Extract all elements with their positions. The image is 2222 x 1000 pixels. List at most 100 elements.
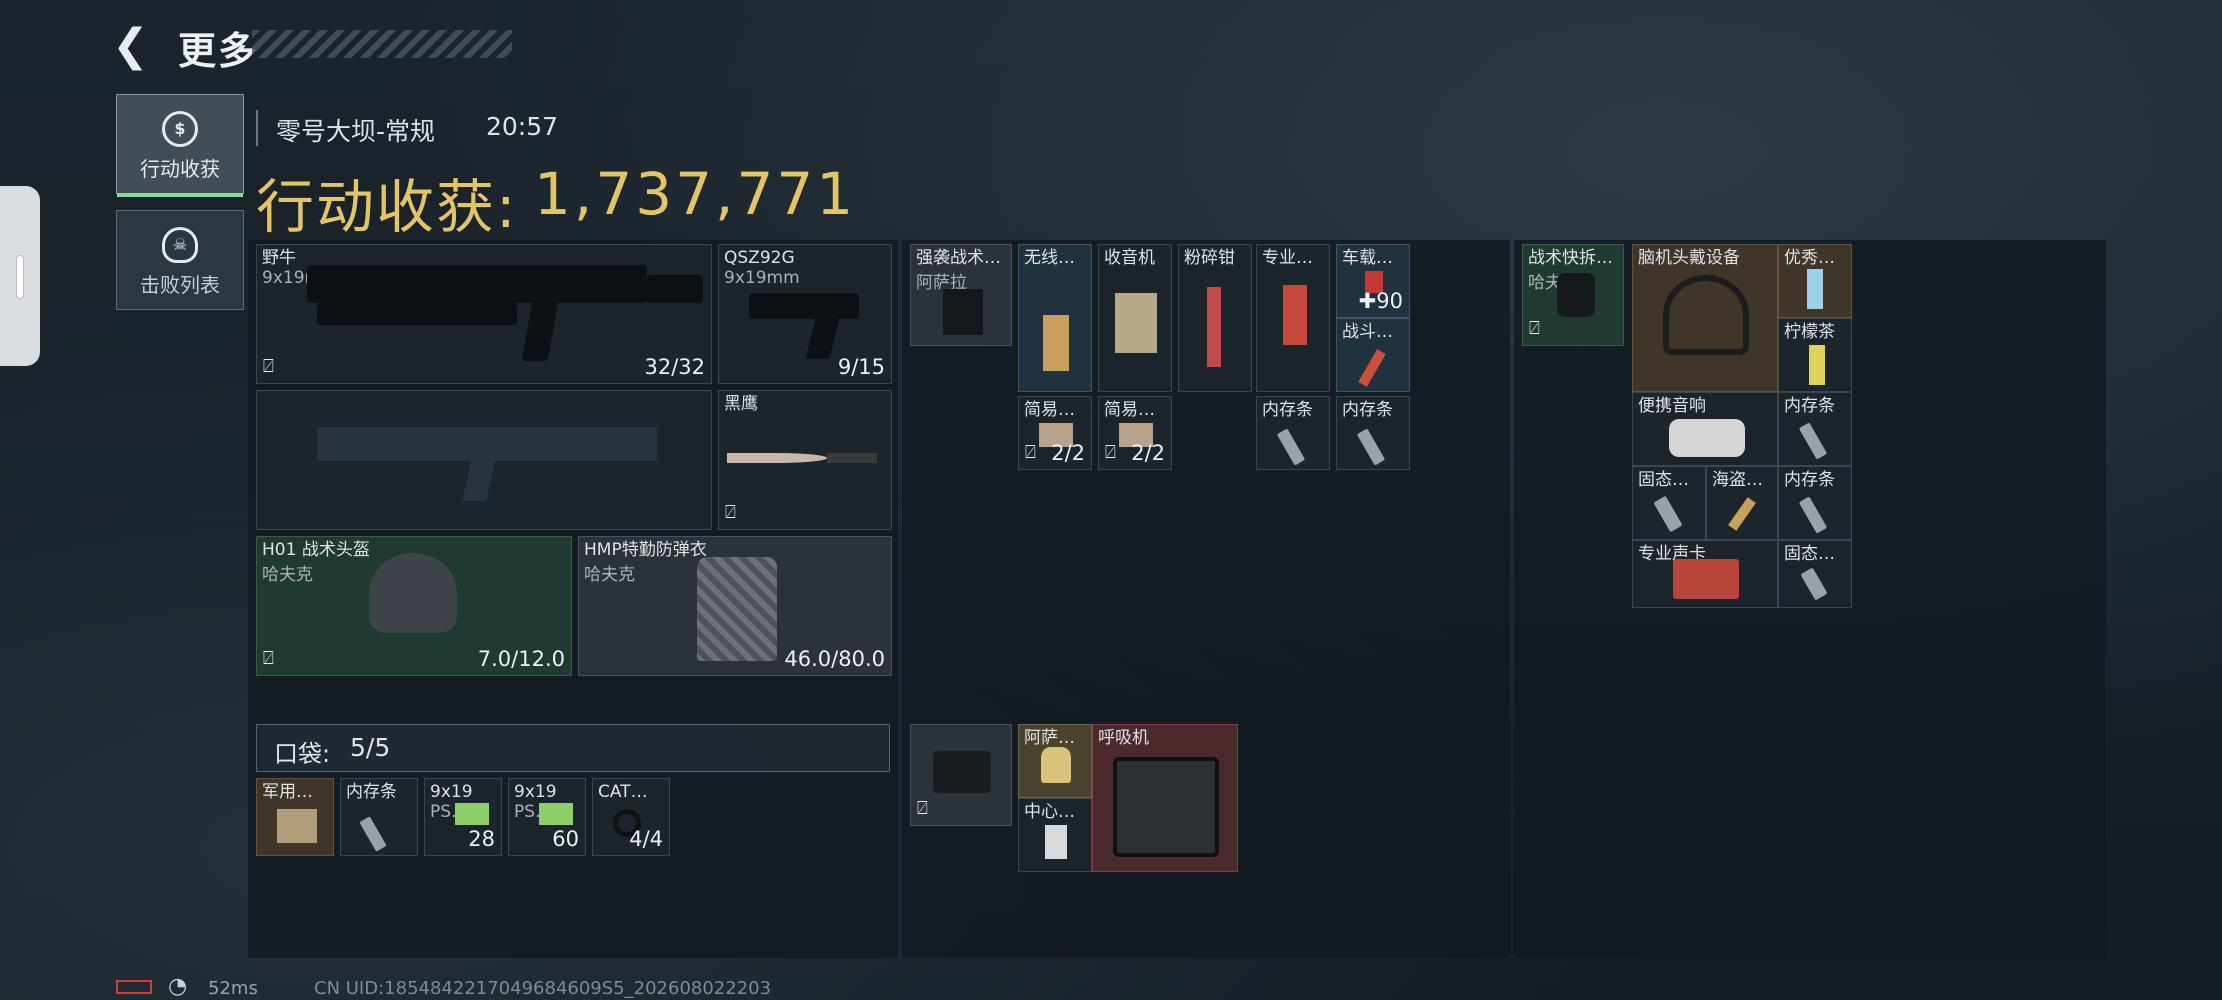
headset-image bbox=[1663, 275, 1749, 355]
rig-item[interactable]: 简易… ⍁ 2/2 bbox=[1018, 396, 1092, 470]
ration-box-image bbox=[277, 809, 317, 843]
tab-operation-loot[interactable]: $ 行动收获 bbox=[116, 94, 244, 197]
case-item[interactable]: 呼吸机 bbox=[1092, 724, 1238, 872]
count-value: 90 bbox=[1376, 289, 1403, 313]
item-name: 军用… bbox=[262, 782, 313, 802]
gpu-image bbox=[1283, 285, 1307, 345]
ram-stick-image bbox=[1276, 428, 1306, 466]
backpack-item[interactable]: 优秀… bbox=[1778, 244, 1852, 318]
pocket-item[interactable]: 内存条 bbox=[340, 778, 418, 856]
tab-label: 行动收获 bbox=[140, 157, 220, 181]
item-count: 60 bbox=[552, 827, 579, 851]
back-button[interactable]: ❮ bbox=[112, 22, 160, 70]
ammo-type: 9x19mm bbox=[724, 268, 800, 288]
ssd-image bbox=[1800, 567, 1828, 601]
item-name: 战术快拆… bbox=[1528, 248, 1613, 268]
tab-kill-list[interactable]: ☠ 击败列表 bbox=[116, 210, 244, 310]
case-item[interactable]: 中心… bbox=[1018, 798, 1092, 872]
item-count: 4/4 bbox=[629, 827, 663, 851]
secure-case-slot[interactable]: ⍁ bbox=[910, 724, 1012, 826]
item-name: HMP特勤防弹衣 bbox=[584, 540, 707, 560]
pistol-image bbox=[749, 293, 859, 319]
item-name: 野牛 bbox=[262, 248, 296, 268]
secondary-weapon-slot-empty[interactable] bbox=[256, 390, 712, 530]
pocket-item[interactable]: 9x19 PS… 28 bbox=[424, 778, 502, 856]
rig-item[interactable]: 内存条 bbox=[1256, 396, 1330, 470]
item-name: 内存条 bbox=[1262, 400, 1313, 420]
item-name: H01 战术头盔 bbox=[262, 540, 370, 560]
backpack-item[interactable]: 便携音响 bbox=[1632, 392, 1778, 466]
rig-item[interactable]: 粉碎钳 bbox=[1178, 244, 1252, 392]
case-item[interactable]: 阿萨… bbox=[1018, 724, 1092, 798]
drill-image bbox=[1043, 315, 1069, 371]
item-name: 海盗… bbox=[1712, 470, 1763, 490]
backpack-item[interactable]: 海盗… bbox=[1706, 466, 1778, 540]
item-name: 内存条 bbox=[1342, 400, 1393, 420]
side-drawer-handle[interactable] bbox=[0, 186, 40, 366]
item-name: 战斗… bbox=[1342, 322, 1393, 342]
rig-item[interactable]: 专业… bbox=[1256, 244, 1330, 392]
ssd-image bbox=[1653, 495, 1683, 533]
armor-slot[interactable]: HMP特勤防弹衣 哈夫克 46.0/80.0 bbox=[578, 536, 892, 676]
wifi-icon: ◔ bbox=[168, 974, 188, 999]
rig-item[interactable]: 简易… ⍁ 2/2 bbox=[1098, 396, 1172, 470]
primary-weapon-slot[interactable]: 野牛 9x19mm ⍁ 32/32 bbox=[256, 244, 712, 384]
sidearm-slot[interactable]: QSZ92G 9x19mm 9/15 bbox=[718, 244, 892, 384]
melee-slot[interactable]: 黑鹰 ⍁ bbox=[718, 390, 892, 530]
item-count: ✚90 bbox=[1359, 289, 1403, 313]
item-name: 优秀… bbox=[1784, 248, 1835, 268]
backpack-item[interactable]: 内存条 bbox=[1778, 466, 1852, 540]
item-name: 固态… bbox=[1638, 470, 1689, 490]
item-count: 2/2 bbox=[1051, 441, 1085, 465]
weapon-image-part bbox=[317, 303, 517, 325]
rig-item[interactable]: 收音机 bbox=[1098, 244, 1172, 392]
backpack-item[interactable]: 固态… bbox=[1632, 466, 1706, 540]
backpack-item[interactable]: 固态… bbox=[1778, 540, 1852, 608]
item-name: 阿萨… bbox=[1024, 728, 1075, 748]
no-insurance-icon: ⍁ bbox=[1105, 442, 1116, 463]
ammo-count: 9/15 bbox=[837, 355, 885, 379]
item-name: 脑机头戴设备 bbox=[1638, 248, 1740, 268]
ventilator-image bbox=[1113, 757, 1219, 857]
chest-rig-slot[interactable]: 强袭战术… 阿萨拉 bbox=[910, 244, 1012, 346]
item-name: 简易… bbox=[1104, 400, 1155, 420]
skull-icon: ☠ bbox=[162, 227, 198, 263]
rig-item[interactable]: 无线… bbox=[1018, 244, 1092, 392]
knife-blade bbox=[727, 453, 827, 463]
plus-icon: ✚ bbox=[1358, 289, 1377, 313]
no-insurance-icon: ⍁ bbox=[917, 798, 928, 819]
network-ping: 52ms bbox=[208, 978, 258, 999]
divider bbox=[256, 110, 258, 146]
rig-item[interactable]: 车载… ✚90 bbox=[1336, 244, 1410, 318]
helmet-slot[interactable]: H01 战术头盔 哈夫克 ⍁ 7.0/12.0 bbox=[256, 536, 572, 676]
backpack-item[interactable]: 脑机头戴设备 bbox=[1632, 244, 1778, 392]
sound-card-image bbox=[1673, 559, 1739, 599]
item-count: 28 bbox=[468, 827, 495, 851]
item-name: 固态… bbox=[1784, 544, 1835, 564]
no-insurance-icon: ⍁ bbox=[1529, 318, 1540, 339]
item-name: 内存条 bbox=[1784, 470, 1835, 490]
chevron-left-icon: ❮ bbox=[112, 20, 149, 71]
pocket-item[interactable]: 9x19 PS… 60 bbox=[508, 778, 586, 856]
rig-item[interactable]: 内存条 bbox=[1336, 396, 1410, 470]
case-image bbox=[933, 751, 991, 793]
ammo-count: 32/32 bbox=[644, 355, 705, 379]
item-name: 无线… bbox=[1024, 248, 1075, 268]
item-name: 车载… bbox=[1342, 248, 1393, 268]
weapon-image bbox=[307, 265, 647, 303]
ammo-box-image bbox=[539, 803, 573, 825]
backpack-slot[interactable]: 战术快拆… 哈夫克 ⍁ bbox=[1522, 244, 1624, 346]
user-uid: CN UID:1854842217049684609S5_20260802220… bbox=[314, 978, 772, 999]
knife-handle bbox=[827, 453, 877, 463]
backpack-item[interactable]: 内存条 bbox=[1778, 392, 1852, 466]
pocket-item[interactable]: 军用… bbox=[256, 778, 334, 856]
drink-bottle-image bbox=[1807, 269, 1823, 309]
tab-label: 击败列表 bbox=[140, 273, 220, 297]
ram-stick-image bbox=[1798, 496, 1828, 534]
backpack-item[interactable]: 专业声卡 bbox=[1632, 540, 1778, 608]
rig-item[interactable]: 战斗… bbox=[1336, 318, 1410, 392]
pistol-grip bbox=[805, 315, 841, 359]
item-name: 9x19 bbox=[430, 782, 473, 802]
backpack-item[interactable]: 柠檬茶 bbox=[1778, 318, 1852, 392]
pocket-item[interactable]: CAT… 4/4 bbox=[592, 778, 670, 856]
